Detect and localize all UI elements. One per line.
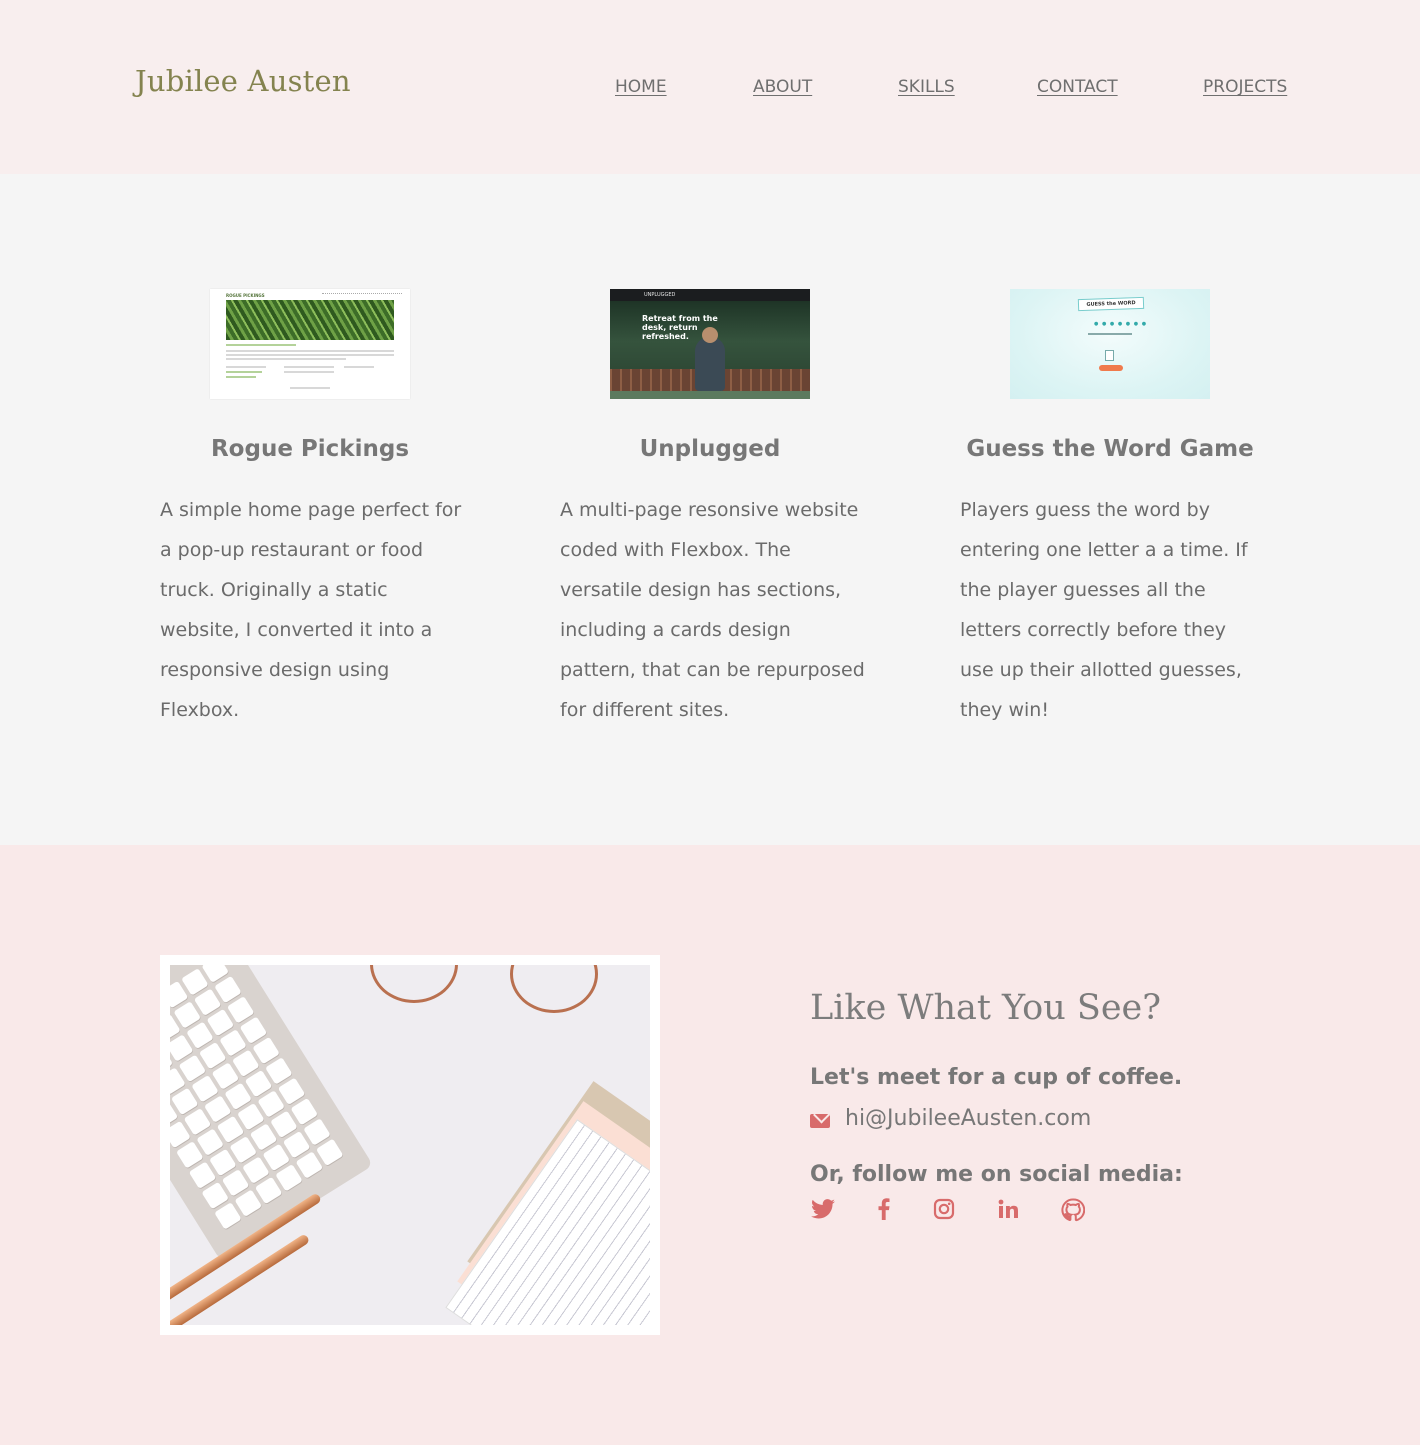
project-thumbnail[interactable]: GUESS the WORD ● ● ● ● ● ● ●: [1010, 289, 1210, 399]
thumb-button: [1099, 365, 1123, 371]
project-thumbnail[interactable]: ROGUE PICKINGS: [210, 289, 410, 399]
twitter-icon[interactable]: [810, 1198, 836, 1224]
email-link[interactable]: hi@JubileeAusten.com: [845, 1106, 1091, 1131]
keyboard-image: [170, 965, 374, 1261]
thumb-line: [226, 354, 394, 356]
linkedin-icon[interactable]: [995, 1198, 1021, 1224]
desk-photo: [170, 965, 650, 1325]
nav-contact[interactable]: CONTACT: [1037, 77, 1118, 97]
thumb-line: [284, 366, 334, 368]
project-title: Guess the Word Game: [966, 436, 1254, 462]
thumb-tagline: Retreat from the desk, return refreshed.: [642, 314, 718, 341]
thumb-brand: ROGUE PICKINGS: [226, 293, 265, 298]
project-thumbnail[interactable]: UNPLUGGED Retreat from the desk, return …: [610, 289, 810, 399]
facebook-icon[interactable]: [871, 1198, 897, 1224]
thumb-footer: [610, 391, 810, 399]
site-header: Jubilee Austen HOME ABOUT SKILLS CONTACT…: [0, 0, 1420, 174]
desk-photo-frame: [160, 955, 660, 1335]
project-title: Rogue Pickings: [210, 436, 410, 462]
thumb-line: [1088, 333, 1132, 335]
thumb-dots: ● ● ● ● ● ● ●: [1094, 321, 1148, 327]
github-icon[interactable]: [1060, 1198, 1086, 1224]
thumb-input: [1105, 350, 1114, 361]
thumb-line: [290, 387, 330, 389]
thumb-brand: UNPLUGGED: [644, 292, 676, 298]
thumb-line: [226, 371, 262, 373]
contact-title: Like What You See?: [810, 988, 1162, 1028]
project-description: A simple home page perfect for a pop-up …: [160, 499, 462, 721]
project-description: Players guess the word by entering one l…: [960, 499, 1248, 721]
site-logo[interactable]: Jubilee Austen: [135, 64, 351, 98]
thumb-menu: [322, 293, 402, 295]
contact-section: Like What You See? Let's meet for a cup …: [0, 845, 1420, 1445]
thumb-line: [226, 344, 296, 346]
thumb-line: [226, 350, 394, 352]
nav-about[interactable]: ABOUT: [753, 77, 812, 97]
follow-text: Or, follow me on social media:: [810, 1162, 1183, 1187]
projects-section: ROGUE PICKINGS Rogue Pickings A simple h…: [0, 174, 1420, 845]
thumb-hero-image: [226, 300, 394, 340]
thumb-game-label: GUESS the WORD: [1077, 296, 1145, 312]
nav-skills[interactable]: SKILLS: [898, 77, 955, 97]
envelope-icon: [810, 1114, 830, 1128]
thumb-line: [344, 366, 374, 368]
thumb-navbar: UNPLUGGED: [610, 289, 810, 301]
project-description: A multi-page resonsive website coded wit…: [560, 499, 865, 721]
thumb-person: [695, 337, 725, 391]
glasses-lens-right: [510, 965, 598, 1013]
thumb-line: [226, 376, 256, 378]
project-title: Unplugged: [639, 436, 781, 462]
glasses-lens-left: [370, 965, 458, 1003]
contact-subtitle: Let's meet for a cup of coffee.: [810, 1065, 1183, 1090]
thumb-line: [226, 366, 266, 368]
nav-projects[interactable]: PROJECTS: [1203, 77, 1287, 97]
nav-home[interactable]: HOME: [615, 77, 667, 97]
thumb-line: [284, 371, 334, 373]
instagram-icon[interactable]: [931, 1198, 957, 1224]
thumb-line: [226, 358, 346, 360]
